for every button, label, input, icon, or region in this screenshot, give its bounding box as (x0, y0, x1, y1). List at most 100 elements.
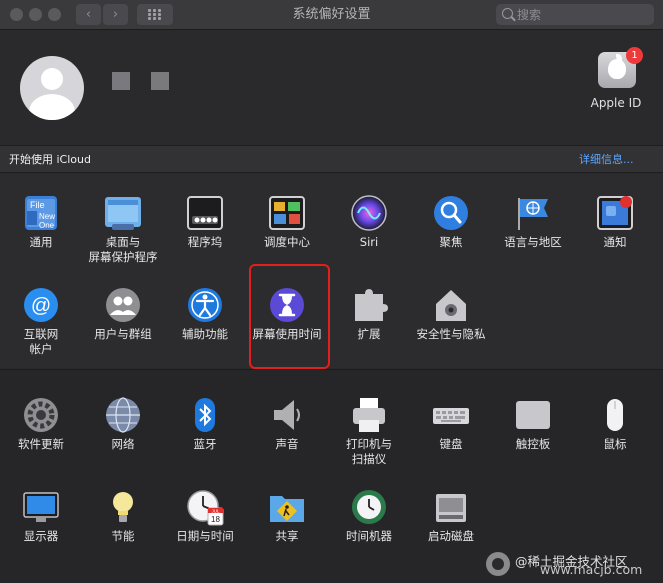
mouse-icon (596, 396, 634, 434)
pane-label: 共享 (275, 529, 299, 543)
pane-label: 辅助功能 (182, 327, 228, 341)
pane-time-machine[interactable]: 时间机器 (328, 488, 410, 544)
pane-label: 通知 (603, 235, 627, 249)
trackpad-icon (514, 396, 552, 434)
pane-mission-control[interactable]: 调度中心 (246, 194, 328, 250)
displays-icon (22, 488, 60, 526)
pane-internet-accounts[interactable]: @ 互联网 帐户 (0, 286, 82, 357)
sound-icon (268, 396, 306, 434)
internet-accounts-icon: @ (22, 286, 60, 324)
pane-software-update[interactable]: 软件更新 (0, 396, 82, 452)
pane-label: 用户与群组 (94, 327, 152, 341)
pane-label: 声音 (275, 437, 299, 451)
accessibility-icon (186, 286, 224, 324)
startup-disk-icon (432, 488, 470, 526)
pane-label: 聚焦 (439, 235, 463, 249)
pane-label: 软件更新 (18, 437, 64, 451)
pane-trackpad[interactable]: 触控板 (492, 396, 574, 452)
pane-label: 打印机与 扫描仪 (346, 437, 392, 466)
pane-network[interactable]: 网络 (82, 396, 164, 452)
sharing-icon (268, 488, 306, 526)
details-link[interactable]: 详细信息... (579, 151, 634, 167)
search-icon (502, 8, 513, 19)
watermark-line2: www.macjb.com (540, 562, 643, 577)
calendar-month: JUL (211, 508, 219, 513)
watermark: @稀土掘金技术社区 www.macjb.com (480, 548, 663, 580)
notifications-icon (596, 194, 634, 232)
pane-label: 日期与时间 (176, 529, 234, 543)
pane-mouse[interactable]: 鼠标 (574, 396, 656, 452)
pane-label: 扩展 (357, 327, 381, 341)
pane-printer-scanner[interactable]: 打印机与 扫描仪 (328, 396, 410, 467)
notification-badge: 1 (626, 47, 643, 64)
pane-spotlight[interactable]: 聚焦 (410, 194, 492, 250)
pane-notifications[interactable]: 通知 (574, 194, 656, 250)
pane-label: Siri (359, 235, 379, 249)
svg-text:One: One (39, 221, 55, 230)
svg-text:File: File (30, 200, 45, 210)
pane-accessibility[interactable]: 辅助功能 (164, 286, 246, 342)
pane-displays[interactable]: 显示器 (0, 488, 82, 544)
printer-scanner-icon (350, 396, 388, 434)
screen-time-highlight-box (249, 264, 330, 369)
date-time-icon: JUL 18 (186, 488, 224, 526)
user-name-redacted (112, 72, 130, 90)
pane-label: 时间机器 (346, 529, 392, 543)
icloud-prompt: 开始使用 iCloud (9, 153, 91, 166)
calendar-day: 18 (211, 515, 220, 524)
keyboard-icon (432, 396, 470, 434)
desktop-screensaver-icon (104, 194, 142, 232)
pane-startup-disk[interactable]: 启动磁盘 (410, 488, 492, 544)
svg-text:@: @ (31, 295, 51, 317)
icloud-banner (0, 145, 663, 173)
bluetooth-icon (186, 396, 224, 434)
pane-label: 鼠标 (603, 437, 627, 451)
user-name-redacted (151, 72, 169, 90)
network-icon (104, 396, 142, 434)
pane-extensions[interactable]: 扩展 (328, 286, 410, 342)
pane-label: 键盘 (439, 437, 463, 451)
mission-control-icon (268, 194, 306, 232)
pane-label: 调度中心 (264, 235, 310, 249)
pane-general[interactable]: File New One 通用 (0, 194, 82, 250)
dock-icon (186, 194, 224, 232)
search-input[interactable] (514, 4, 644, 25)
pane-label: 通用 (29, 235, 53, 249)
pane-sharing[interactable]: 共享 (246, 488, 328, 544)
general-icon: File New One (22, 194, 60, 232)
pane-label: 程序坞 (187, 235, 223, 249)
spotlight-icon (432, 194, 470, 232)
pane-label: 启动磁盘 (428, 529, 474, 543)
pane-label: 桌面与 屏幕保护程序 (88, 235, 158, 264)
search-box[interactable] (496, 4, 654, 25)
pane-sound[interactable]: 声音 (246, 396, 328, 452)
pane-dock[interactable]: 程序坞 (164, 194, 246, 250)
security-privacy-icon (432, 286, 470, 324)
pane-label: 节能 (111, 529, 135, 543)
pane-label: 触控板 (515, 437, 551, 451)
pane-energy-saver[interactable]: 节能 (82, 488, 164, 544)
pane-label: 语言与地区 (504, 235, 562, 249)
pane-siri[interactable]: Siri (328, 194, 410, 250)
pane-label: 安全性与隐私 (416, 327, 486, 341)
pane-label: 网络 (111, 437, 135, 451)
software-update-icon (22, 396, 60, 434)
extensions-icon (350, 286, 388, 324)
pane-label: 蓝牙 (193, 437, 217, 451)
apple-id-label[interactable]: Apple ID (582, 96, 650, 110)
pane-bluetooth[interactable]: 蓝牙 (164, 396, 246, 452)
pane-keyboard[interactable]: 键盘 (410, 396, 492, 452)
pane-date-time[interactable]: JUL 18 日期与时间 (164, 488, 246, 544)
pane-security-privacy[interactable]: 安全性与隐私 (410, 286, 492, 342)
svg-text:New: New (39, 212, 55, 221)
users-groups-icon (104, 286, 142, 324)
pane-users-groups[interactable]: 用户与群组 (82, 286, 164, 342)
pane-label: 互联网 帐户 (23, 327, 59, 356)
siri-icon (350, 194, 388, 232)
time-machine-icon (350, 488, 388, 526)
pane-desktop-screensaver[interactable]: 桌面与 屏幕保护程序 (82, 194, 164, 265)
language-region-icon (514, 194, 552, 232)
pane-language-region[interactable]: 语言与地区 (492, 194, 574, 250)
user-avatar[interactable] (20, 56, 84, 120)
energy-saver-icon (104, 488, 142, 526)
